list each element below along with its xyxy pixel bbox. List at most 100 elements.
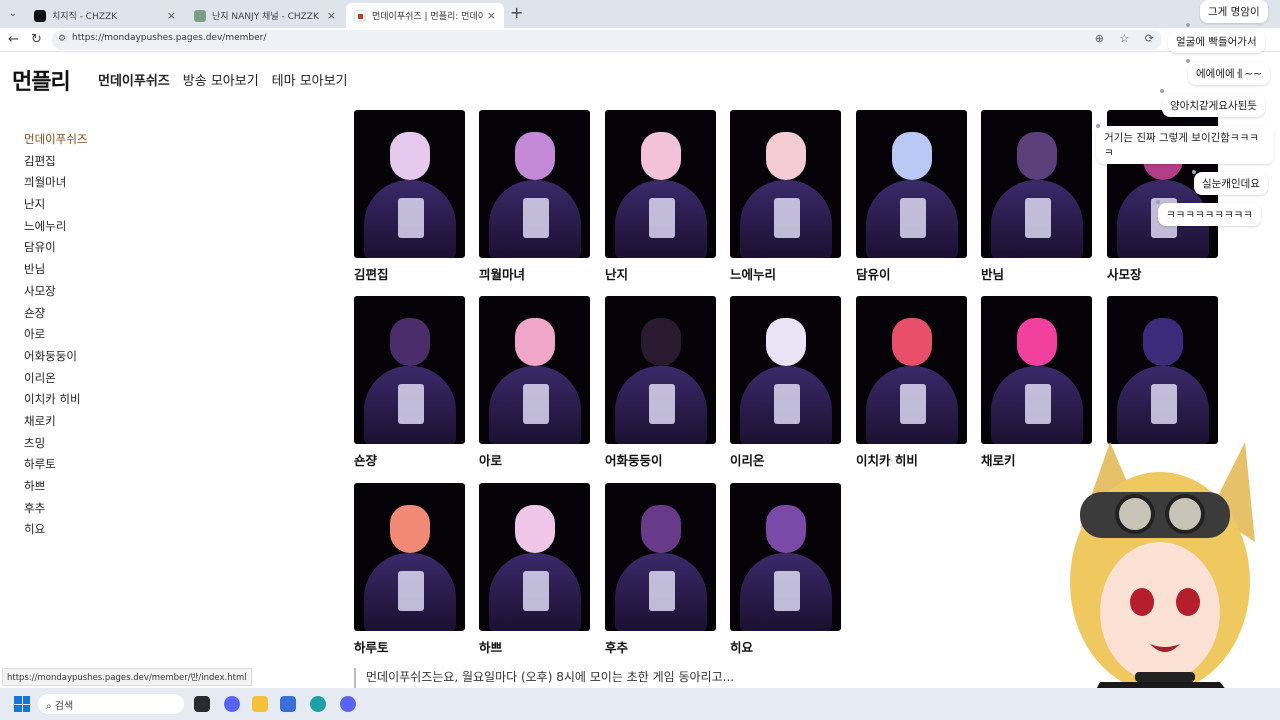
nav-themes[interactable]: 테마 모아보기	[272, 70, 348, 89]
member-portrait[interactable]	[1107, 296, 1218, 444]
member-portrait[interactable]	[856, 296, 967, 444]
member-name[interactable]: 어화둥둥이	[605, 450, 716, 469]
sidebar-item[interactable]: 먼데이푸쉬즈	[24, 130, 87, 152]
member-card[interactable]: 담유이	[856, 110, 967, 283]
member-name[interactable]: 사모장	[1107, 264, 1218, 283]
member-name[interactable]: 김편집	[354, 264, 465, 283]
member-name[interactable]: 난지	[605, 264, 716, 283]
member-card[interactable]: 이리온	[730, 296, 841, 469]
edge-browser-icon[interactable]	[310, 696, 326, 712]
site-info-icon[interactable]: ⚙	[58, 34, 66, 44]
tab-nanjy-channel[interactable]: 난지 NANJY 채널 - CHZZK ×	[186, 3, 344, 28]
member-portrait[interactable]	[730, 483, 841, 631]
sidebar-item[interactable]: 끠월마녀	[24, 173, 87, 195]
member-portrait[interactable]	[605, 296, 716, 444]
member-portrait[interactable]	[354, 483, 465, 631]
member-portrait[interactable]	[981, 296, 1092, 444]
member-portrait[interactable]	[354, 296, 465, 444]
member-card[interactable]: 반님	[981, 110, 1092, 283]
member-portrait[interactable]	[479, 110, 590, 258]
task-view-icon[interactable]	[194, 696, 210, 712]
member-name[interactable]: 히요	[730, 637, 841, 656]
sidebar-item[interactable]: 츠밍	[24, 434, 87, 456]
close-tab-icon[interactable]: ×	[487, 9, 496, 22]
member-card[interactable]: 하루토	[354, 483, 465, 656]
chat-message: 그게 명암이	[1200, 0, 1268, 23]
sidebar-item[interactable]: 이리온	[24, 369, 87, 391]
site-logo[interactable]: 먼플리	[12, 64, 71, 96]
member-card[interactable]: 끠월마녀	[479, 110, 590, 283]
member-portrait[interactable]	[605, 483, 716, 631]
member-card[interactable]: 후추	[605, 483, 716, 656]
tab-title: 치지직 - CHZZK	[52, 12, 118, 22]
new-tab-button[interactable]: +	[510, 5, 523, 21]
sidebar-item[interactable]: 아로	[24, 325, 87, 347]
sidebar-item[interactable]: 히요	[24, 520, 87, 542]
reload-icon[interactable]: ↻	[31, 31, 42, 49]
sidebar-item[interactable]: 어화둥둥이	[24, 347, 87, 369]
close-tab-icon[interactable]: ×	[167, 9, 176, 22]
member-portrait[interactable]	[479, 483, 590, 631]
member-name[interactable]: 후추	[605, 637, 716, 656]
member-card[interactable]: 히요	[730, 483, 841, 656]
sidebar-item[interactable]: 김편집	[24, 152, 87, 174]
chat-message: 에에에에ㅔ~~	[1188, 62, 1270, 85]
member-card[interactable]: 아로	[479, 296, 590, 469]
windows-start-icon[interactable]	[14, 696, 30, 712]
sidebar-item[interactable]: 이치카 히비	[24, 390, 87, 412]
member-name[interactable]: 담유이	[856, 264, 967, 283]
nav-broadcasts[interactable]: 방송 모아보기	[183, 70, 259, 89]
member-card[interactable]: 김편집	[354, 110, 465, 283]
member-name[interactable]: 느에누리	[730, 264, 841, 283]
member-card[interactable]: 하쁘	[479, 483, 590, 656]
sidebar-item[interactable]: 하루토	[24, 455, 87, 477]
channel-favicon-icon	[194, 9, 206, 22]
member-portrait[interactable]	[479, 296, 590, 444]
sidebar-item[interactable]: 담유이	[24, 238, 87, 260]
file-explorer-icon[interactable]	[252, 696, 268, 712]
discord-ptb-icon[interactable]	[340, 696, 356, 712]
member-name[interactable]: 아로	[479, 450, 590, 469]
discord-icon[interactable]	[224, 696, 240, 712]
member-card[interactable]: 난지	[605, 110, 716, 283]
url-text[interactable]: https://mondaypushes.pages.dev/member/	[72, 33, 266, 43]
member-card[interactable]: 이치카 히비	[856, 296, 967, 469]
member-portrait[interactable]	[981, 110, 1092, 258]
tab-mondaypushes[interactable]: 먼데이푸쉬즈 | 먼플리: 먼데이푸쉬 ×	[346, 3, 504, 28]
close-tab-icon[interactable]: ×	[327, 9, 336, 22]
streamer-avatar	[1070, 442, 1255, 720]
member-portrait[interactable]	[605, 110, 716, 258]
member-portrait[interactable]	[730, 110, 841, 258]
member-portrait[interactable]	[856, 110, 967, 258]
sidebar-item[interactable]: 반님	[24, 260, 87, 282]
browser-nav-bar: ← ↻ ⚙ https://mondaypushes.pages.dev/mem…	[0, 28, 1280, 52]
member-portrait[interactable]	[730, 296, 841, 444]
member-card[interactable]	[1107, 296, 1218, 450]
sidebar-item[interactable]: 하쁘	[24, 477, 87, 499]
nav-mondaypushes[interactable]: 먼데이푸쉬즈	[98, 70, 170, 89]
store-icon[interactable]	[280, 696, 296, 712]
member-name[interactable]: 끠월마녀	[479, 264, 590, 283]
sidebar-item[interactable]: 느에누리	[24, 217, 87, 239]
member-name[interactable]: 이리온	[730, 450, 841, 469]
member-card[interactable]: 느에누리	[730, 110, 841, 283]
sidebar-item[interactable]: 채로키	[24, 412, 87, 434]
member-name[interactable]: 반님	[981, 264, 1092, 283]
sidebar-item[interactable]: 숀쟝	[24, 304, 87, 326]
sidebar-item[interactable]: 난지	[24, 195, 87, 217]
member-portrait[interactable]	[354, 110, 465, 258]
tab-chzzk[interactable]: 치지직 - CHZZK ×	[26, 3, 184, 28]
sidebar-item[interactable]: 후추	[24, 499, 87, 521]
back-arrow-icon[interactable]: ←	[8, 31, 19, 49]
chat-message: 얼굴에 빡들어가서	[1168, 30, 1265, 53]
tab-list-icon[interactable]: ⌄	[4, 5, 22, 23]
taskbar-search-input[interactable]: ⌕ 검색	[38, 694, 184, 714]
member-card[interactable]: 어화둥둥이	[605, 296, 716, 469]
sidebar-item[interactable]: 사모장	[24, 282, 87, 304]
member-name[interactable]: 하루토	[354, 637, 465, 656]
member-name[interactable]: 숀쟝	[354, 450, 465, 469]
member-name[interactable]: 이치카 히비	[856, 450, 967, 469]
member-card[interactable]: 숀쟝	[354, 296, 465, 469]
address-bar[interactable]: ⚙ https://mondaypushes.pages.dev/member/…	[52, 30, 1162, 50]
member-name[interactable]: 하쁘	[479, 637, 590, 656]
